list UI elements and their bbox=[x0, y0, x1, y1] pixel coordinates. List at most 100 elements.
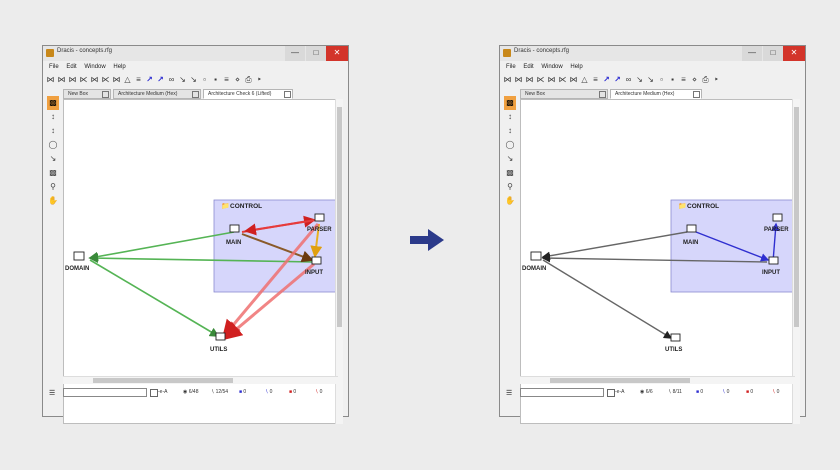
select-icon[interactable]: ⋄ bbox=[689, 73, 700, 86]
box-tool-icon[interactable]: ▩ bbox=[504, 166, 516, 180]
collapse-icon[interactable]: ⋈ bbox=[502, 73, 513, 86]
select-icon[interactable]: ⋄ bbox=[232, 73, 243, 86]
spread2-icon[interactable]: ≡ bbox=[221, 73, 232, 86]
node-icon[interactable]: ▫ bbox=[199, 73, 210, 86]
expand-icon[interactable]: ⋈ bbox=[56, 73, 67, 86]
layout-v-icon[interactable]: ⋉ bbox=[557, 73, 568, 86]
layout-icon[interactable]: ⋉ bbox=[78, 73, 89, 86]
hand-icon[interactable]: ✋ bbox=[504, 194, 516, 208]
title-bar[interactable]: Dracis - concepts.rfg — □ ✕ bbox=[500, 46, 805, 61]
tab-architecture-medium[interactable]: Architecture Medium (Hex) bbox=[610, 89, 702, 99]
collapse-all-icon[interactable]: ⋈ bbox=[524, 73, 535, 86]
regex-checkbox[interactable] bbox=[607, 389, 615, 397]
spread-icon[interactable]: ≡ bbox=[133, 73, 144, 86]
search-input[interactable] bbox=[520, 388, 604, 397]
filter-tool-icon[interactable]: ◯ bbox=[504, 138, 516, 152]
edge-main-domain[interactable] bbox=[88, 231, 235, 262]
filter-tool-icon[interactable]: ◯ bbox=[47, 138, 59, 152]
node-utils[interactable]: UTILS bbox=[665, 333, 682, 353]
link-icon[interactable]: ∞ bbox=[623, 73, 634, 86]
tab-close-icon[interactable] bbox=[693, 91, 700, 98]
fit-icon[interactable]: ⋈ bbox=[111, 73, 122, 86]
tree-icon[interactable]: △ bbox=[122, 73, 133, 86]
edge-icon[interactable]: ↘ bbox=[177, 73, 188, 86]
tab-close-icon[interactable] bbox=[102, 91, 109, 98]
menu-help[interactable]: Help bbox=[570, 62, 582, 72]
close-button[interactable]: ✕ bbox=[783, 46, 805, 61]
hand-icon[interactable]: ✋ bbox=[47, 194, 59, 208]
spread-icon[interactable]: ≡ bbox=[590, 73, 601, 86]
collapse-all-icon[interactable]: ⋈ bbox=[67, 73, 78, 86]
edge-tool-icon[interactable]: ↘ bbox=[504, 152, 516, 166]
tab-close-icon[interactable] bbox=[192, 91, 199, 98]
edge-domain-utils[interactable] bbox=[89, 259, 220, 337]
box-tool-icon[interactable]: ▩ bbox=[47, 166, 59, 180]
layout-h-icon[interactable]: ⋈ bbox=[89, 73, 100, 86]
zoom-icon[interactable]: ⚲ bbox=[47, 180, 59, 194]
menu-edit[interactable]: Edit bbox=[523, 62, 533, 72]
edge-remove-icon[interactable]: ↘ bbox=[645, 73, 656, 86]
menu-edit[interactable]: Edit bbox=[66, 62, 76, 72]
menu-file[interactable]: File bbox=[506, 62, 516, 72]
maximize-button[interactable]: □ bbox=[763, 46, 783, 61]
scroll-thumb[interactable] bbox=[93, 378, 233, 383]
lift-edges-icon[interactable]: ↗ bbox=[612, 73, 623, 86]
lift-tool-icon[interactable]: ↕ bbox=[504, 124, 516, 138]
lift-edge-icon[interactable]: ↗ bbox=[601, 73, 612, 86]
lift-tool-icon[interactable]: ↕ bbox=[47, 124, 59, 138]
minus-icon[interactable]: ▪ bbox=[210, 73, 221, 86]
layout-v-icon[interactable]: ⋉ bbox=[100, 73, 111, 86]
layout-h-icon[interactable]: ⋈ bbox=[546, 73, 557, 86]
node-domain[interactable]: DOMAIN bbox=[65, 251, 89, 272]
title-bar[interactable]: Dracis - concepts.rfg — □ ✕ bbox=[43, 46, 348, 61]
hierarchy-tool-icon[interactable]: ↕ bbox=[504, 110, 516, 124]
menu-window[interactable]: Window bbox=[84, 62, 105, 72]
menu-file[interactable]: File bbox=[49, 62, 59, 72]
print-icon[interactable]: ⎙ bbox=[700, 73, 711, 86]
edge-main-domain[interactable] bbox=[541, 231, 688, 260]
node-icon[interactable]: ▫ bbox=[656, 73, 667, 86]
fit-icon[interactable]: ⋈ bbox=[568, 73, 579, 86]
zoom-icon[interactable]: ⚲ bbox=[504, 180, 516, 194]
scroll-thumb[interactable] bbox=[550, 378, 690, 383]
tab-close-icon[interactable] bbox=[284, 91, 291, 98]
tree-icon[interactable]: △ bbox=[579, 73, 590, 86]
spread2-icon[interactable]: ≡ bbox=[678, 73, 689, 86]
regex-checkbox[interactable] bbox=[150, 389, 158, 397]
tab-new-box[interactable]: New Box bbox=[520, 89, 608, 99]
edge-domain-utils[interactable] bbox=[542, 259, 673, 339]
lift-edge-icon[interactable]: ↗ bbox=[144, 73, 155, 86]
node-utils[interactable]: UTILS bbox=[210, 332, 227, 353]
tab-close-icon[interactable] bbox=[599, 91, 606, 98]
scroll-thumb[interactable] bbox=[794, 107, 799, 327]
collapse-icon[interactable]: ⋈ bbox=[45, 73, 56, 86]
minimize-button[interactable]: — bbox=[742, 46, 762, 61]
edge-remove-icon[interactable]: ↘ bbox=[188, 73, 199, 86]
more-icon[interactable]: ‣ bbox=[254, 73, 265, 86]
hierarchy-tool-icon[interactable]: ↕ bbox=[47, 110, 59, 124]
tab-new-box[interactable]: New Box bbox=[63, 89, 111, 99]
scroll-thumb[interactable] bbox=[337, 107, 342, 327]
tab-architecture-check[interactable]: Architecture Check 6 (Lifted) bbox=[203, 89, 293, 99]
horizontal-scrollbar[interactable] bbox=[63, 376, 338, 384]
node-domain[interactable]: DOMAIN bbox=[522, 251, 546, 272]
lift-edges-icon[interactable]: ↗ bbox=[155, 73, 166, 86]
layout-icon[interactable]: ⋉ bbox=[535, 73, 546, 86]
horizontal-scrollbar[interactable] bbox=[520, 376, 795, 384]
menu-window[interactable]: Window bbox=[541, 62, 562, 72]
more-icon[interactable]: ‣ bbox=[711, 73, 722, 86]
minimize-button[interactable]: — bbox=[285, 46, 305, 61]
link-icon[interactable]: ∞ bbox=[166, 73, 177, 86]
print-icon[interactable]: ⎙ bbox=[243, 73, 254, 86]
close-button[interactable]: ✕ bbox=[326, 46, 348, 61]
edge-tool-icon[interactable]: ↘ bbox=[47, 152, 59, 166]
maximize-button[interactable]: □ bbox=[306, 46, 326, 61]
select-tool-icon[interactable]: ▩ bbox=[47, 96, 59, 110]
tab-architecture-medium[interactable]: Architecture Medium (Hex) bbox=[113, 89, 201, 99]
minus-icon[interactable]: ▪ bbox=[667, 73, 678, 86]
menu-help[interactable]: Help bbox=[113, 62, 125, 72]
edge-icon[interactable]: ↘ bbox=[634, 73, 645, 86]
expand-icon[interactable]: ⋈ bbox=[513, 73, 524, 86]
search-input[interactable] bbox=[63, 388, 147, 397]
select-tool-icon[interactable]: ▩ bbox=[504, 96, 516, 110]
